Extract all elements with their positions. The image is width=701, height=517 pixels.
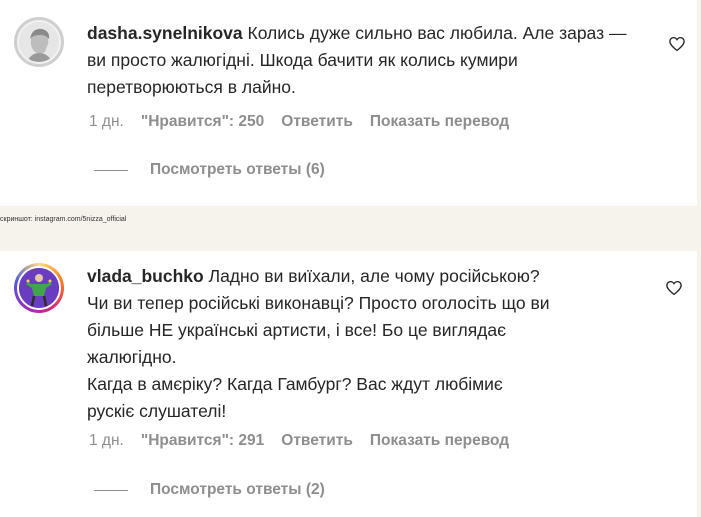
comment-text-line: жалюгідно. [87, 347, 177, 367]
view-replies-button[interactable]: Посмотреть ответы (6) [94, 161, 325, 179]
comment-meta: 1 дн. "Нравится": 291 Ответить Показать … [89, 432, 526, 450]
heart-icon[interactable] [665, 279, 683, 297]
timestamp: 1 дн. [89, 113, 124, 130]
reply-button[interactable]: Ответить [281, 113, 353, 131]
comment-body: vlada_buchko Ладно ви виїхали, але чому … [87, 263, 647, 425]
avatar-image [17, 20, 61, 64]
reply-button[interactable]: Ответить [281, 432, 353, 450]
likes-count[interactable]: "Нравится": 291 [141, 432, 264, 450]
username[interactable]: vlada_buchko [87, 266, 204, 286]
timestamp: 1 дн. [89, 432, 124, 449]
portrait-icon [19, 22, 59, 62]
comment-text-line: Ладно ви виїхали, але чому російською? [208, 266, 540, 286]
heart-icon[interactable] [668, 35, 686, 53]
comment-meta: 1 дн. "Нравится": 250 Ответить Показать … [89, 113, 526, 131]
comment-text-line: рускіє слушателі! [87, 401, 227, 421]
view-replies-button[interactable]: Посмотреть ответы (2) [94, 481, 325, 499]
view-replies-label: Посмотреть ответы (6) [150, 161, 325, 178]
comment-text-line: Чи ви тепер російські виконавці? Просто … [87, 293, 550, 313]
screenshot-caption: скриншот: instagram.com/5nizza_official [0, 216, 127, 223]
comment-text-line: Кагда в амєріку? Кагда Гамбург? Вас ждут… [87, 374, 503, 394]
comment-text-line: більше НЕ українські артисти, і все! Бо … [87, 320, 507, 340]
divider-line [94, 169, 128, 171]
portrait-icon [19, 268, 59, 308]
separator-strip [0, 206, 701, 251]
view-replies-label: Посмотреть ответы (2) [150, 481, 325, 498]
divider-line [94, 489, 128, 491]
translate-button[interactable]: Показать перевод [370, 432, 509, 450]
avatar[interactable] [14, 17, 64, 67]
comment-body: dasha.synelnikova Колись дуже сильно вас… [87, 20, 647, 101]
username[interactable]: dasha.synelnikova [87, 23, 243, 43]
avatar-image [17, 266, 61, 310]
translate-button[interactable]: Показать перевод [370, 113, 509, 131]
avatar[interactable] [14, 263, 64, 313]
likes-count[interactable]: "Нравится": 250 [141, 113, 264, 131]
